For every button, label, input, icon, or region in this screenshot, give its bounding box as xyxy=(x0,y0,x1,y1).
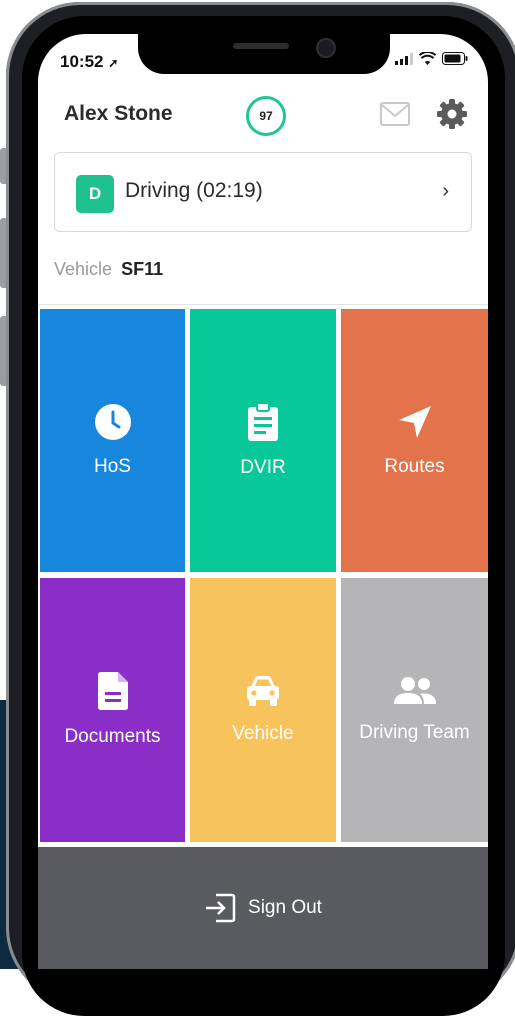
clock-icon xyxy=(94,403,131,440)
tile-hos-label: HoS xyxy=(94,455,131,477)
signal-icon xyxy=(395,52,413,65)
mail-icon[interactable] xyxy=(380,102,410,126)
tile-routes-label: Routes xyxy=(384,455,445,477)
duty-status-card[interactable]: D Driving (02:19) › xyxy=(54,152,472,232)
battery-icon xyxy=(442,52,468,65)
tile-hos[interactable]: HoS xyxy=(40,309,185,572)
gear-icon[interactable] xyxy=(436,98,468,130)
tile-routes[interactable]: Routes xyxy=(341,309,488,572)
status-time: 10:52 ➚ xyxy=(60,52,119,71)
tile-documents-label: Documents xyxy=(64,726,161,747)
front-camera xyxy=(316,38,336,58)
vehicle-value: SF11 xyxy=(121,259,164,279)
duty-status-badge: D xyxy=(76,175,114,213)
tile-vehicle[interactable]: Vehicle xyxy=(190,578,336,842)
safety-score-badge[interactable]: 97 xyxy=(246,96,286,136)
navigation-arrow-icon xyxy=(398,405,431,438)
phone-notch xyxy=(138,34,390,74)
duty-status-text: Driving (02:19) xyxy=(125,179,263,202)
vehicle-row: Vehicle SF11 xyxy=(54,259,163,280)
car-icon xyxy=(247,676,279,706)
divider xyxy=(38,304,488,305)
document-icon xyxy=(97,672,128,710)
sign-out-label: Sign Out xyxy=(248,897,322,918)
driver-name: Alex Stone xyxy=(64,102,173,125)
speaker-grille xyxy=(233,43,289,49)
app-screen: 10:52 ➚ Alex Stone 97 D Driving (02:19) … xyxy=(38,34,488,969)
tile-dvir-label: DVIR xyxy=(240,456,286,478)
vehicle-label: Vehicle xyxy=(54,259,113,279)
sign-out-button[interactable]: Sign Out xyxy=(38,847,488,969)
team-icon xyxy=(393,677,436,704)
app-header: Alex Stone 97 xyxy=(38,92,488,142)
chevron-right-icon: › xyxy=(442,180,449,202)
wifi-icon xyxy=(419,52,436,65)
tile-driving-team[interactable]: Driving Team xyxy=(341,578,488,842)
tile-documents[interactable]: Documents xyxy=(40,578,185,842)
tile-vehicle-label: Vehicle xyxy=(232,723,294,744)
status-icons xyxy=(395,52,468,65)
location-arrow-icon: ➚ xyxy=(108,56,119,70)
sign-out-icon xyxy=(206,893,236,923)
tile-driving-team-label: Driving Team xyxy=(359,722,470,743)
clipboard-icon xyxy=(248,402,278,441)
tile-dvir[interactable]: DVIR xyxy=(190,309,336,572)
